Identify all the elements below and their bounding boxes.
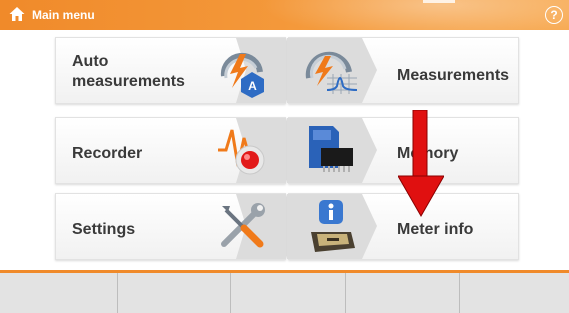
measurement-gauge-icon [305, 51, 358, 94]
top-bar: Main menu ? [0, 0, 569, 30]
page-title: Main menu [32, 8, 95, 22]
tile-measurements[interactable]: Measurements [287, 37, 519, 104]
tile-label-meter-info: Meter info [397, 221, 474, 238]
home-icon[interactable] [8, 5, 26, 23]
meter-info-icon [311, 200, 355, 252]
softkey-1[interactable] [0, 273, 118, 313]
recorder-icon [218, 129, 265, 175]
softkey-2[interactable] [118, 273, 231, 313]
tile-label-recorder: Recorder [72, 145, 143, 162]
softkey-bar [0, 270, 569, 313]
help-icon[interactable]: ? [545, 6, 563, 24]
tools-icon [221, 203, 265, 248]
tile-label-settings: Settings [72, 221, 136, 238]
red-down-arrow [398, 110, 444, 218]
tile-settings[interactable]: Settings [55, 193, 296, 260]
tile-recorder[interactable]: Recorder [55, 117, 296, 184]
memory-card-icon [309, 126, 353, 172]
tile-label-auto-measurements: Auto measurements [72, 53, 185, 90]
softkey-3[interactable] [231, 273, 346, 313]
tile-label-measurements: Measurements [397, 67, 510, 84]
svg-text:A: A [248, 79, 257, 93]
auto-measurement-icon: A [220, 52, 264, 98]
tile-auto-measurements[interactable]: Auto measurements A [55, 37, 296, 104]
softkey-5[interactable] [460, 273, 569, 313]
status-dots [423, 0, 455, 3]
softkey-4[interactable] [346, 273, 460, 313]
top-bar-gloss [260, 0, 569, 30]
